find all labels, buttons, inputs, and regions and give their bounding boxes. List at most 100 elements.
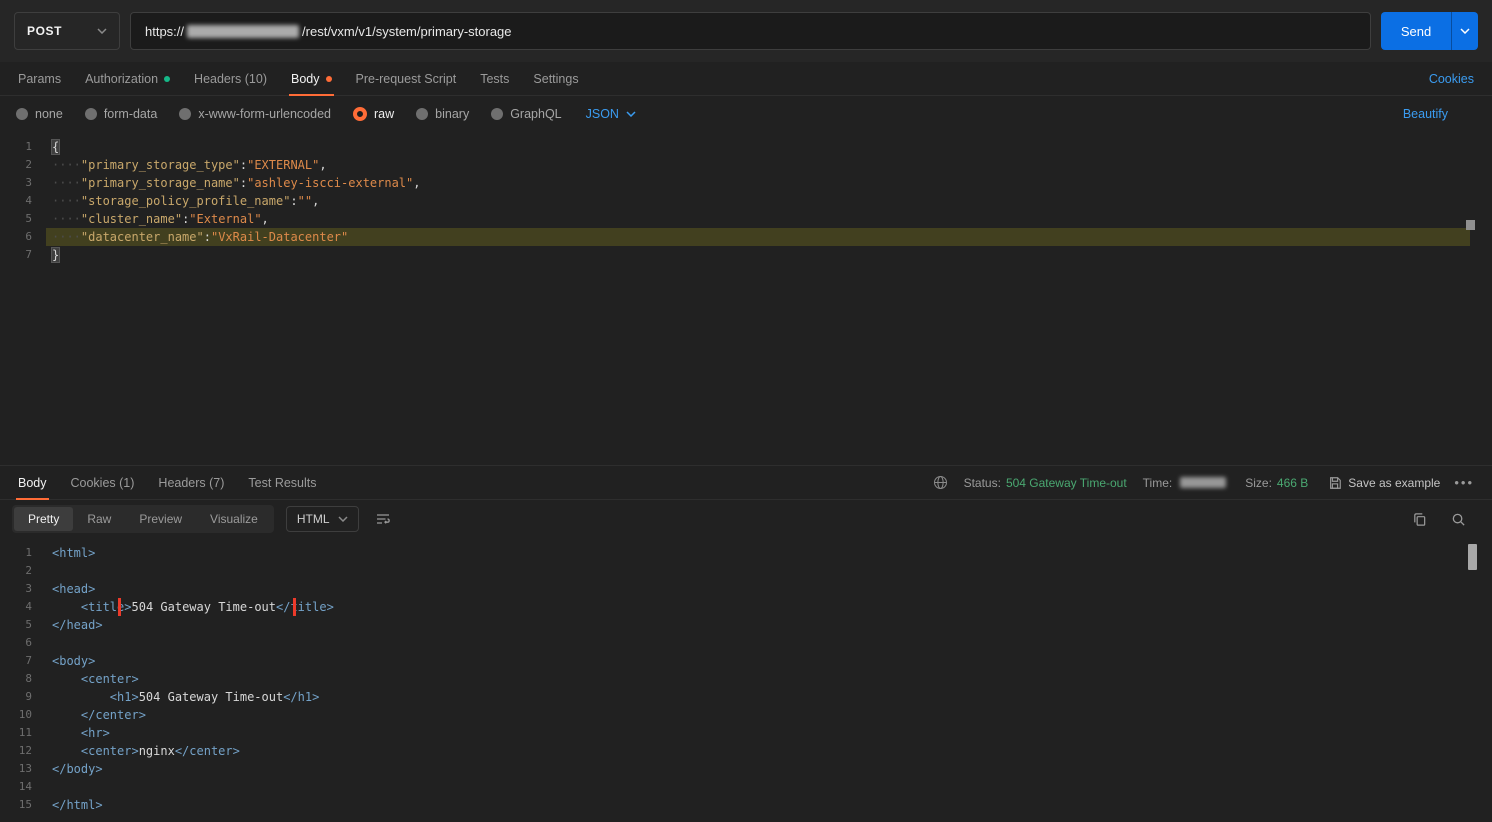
code-line: 13</body>	[0, 760, 1492, 778]
view-tab-preview[interactable]: Preview	[125, 507, 196, 531]
request-body-editor[interactable]: 1{2····"primary_storage_type":"EXTERNAL"…	[0, 132, 1492, 466]
radio-label: x-www-form-urlencoded	[198, 107, 331, 121]
copy-response-button[interactable]	[1408, 508, 1431, 531]
code-text: ····"cluster_name":"External",	[46, 210, 1470, 228]
request-tab-headers-10[interactable]: Headers (10)	[182, 62, 279, 95]
globe-icon[interactable]	[933, 475, 948, 490]
code-token: ····	[52, 194, 81, 208]
line-number: 2	[0, 562, 46, 580]
method-select[interactable]: POST	[14, 12, 120, 50]
radio-icon	[353, 107, 367, 121]
code-line: 3<head>	[0, 580, 1492, 598]
response-tab-cookies-1[interactable]: Cookies (1)	[59, 466, 147, 499]
code-token: <center>	[81, 672, 139, 686]
code-token: "VxRail-Datacenter"	[211, 230, 348, 244]
request-tab-tests[interactable]: Tests	[468, 62, 521, 95]
raw-language-select[interactable]: JSON	[586, 107, 636, 121]
code-token: >	[124, 600, 131, 614]
radio-label: binary	[435, 107, 469, 121]
response-view-tabs: PrettyRawPreviewVisualize	[12, 505, 274, 533]
body-type-none[interactable]: none	[16, 107, 63, 121]
response-tab-test-results[interactable]: Test Results	[236, 466, 328, 499]
line-number: 3	[0, 174, 46, 192]
radio-icon	[85, 108, 97, 120]
response-tab-headers-7[interactable]: Headers (7)	[146, 466, 236, 499]
send-options-button[interactable]	[1451, 12, 1478, 50]
code-token: ""	[298, 194, 312, 208]
tab-label: Settings	[533, 72, 578, 86]
code-line: 3····"primary_storage_name":"ashley-iscc…	[0, 174, 1492, 192]
code-line: 4····"storage_policy_profile_name":"",	[0, 192, 1492, 210]
radio-label: raw	[374, 107, 394, 121]
body-type-form-data[interactable]: form-data	[85, 107, 158, 121]
code-token: "cluster_name"	[81, 212, 182, 226]
line-number: 1	[0, 544, 46, 562]
code-line: 7}	[0, 246, 1492, 264]
code-line: 5····"cluster_name":"External",	[0, 210, 1492, 228]
more-options-icon[interactable]: •••	[1454, 475, 1474, 490]
send-button-group: Send	[1381, 12, 1478, 50]
cookies-link[interactable]: Cookies	[1417, 72, 1486, 86]
radio-label: GraphQL	[510, 107, 561, 121]
response-body-editor[interactable]: 1<html>23<head>4 <title>504 Gateway Time…	[0, 538, 1492, 822]
request-tab-authorization[interactable]: Authorization	[73, 62, 182, 95]
line-number: 14	[0, 778, 46, 796]
code-text: <head>	[46, 580, 1470, 598]
response-scrollbar-thumb[interactable]	[1468, 544, 1477, 570]
request-tab-settings[interactable]: Settings	[521, 62, 590, 95]
body-options-row: none form-data x-www-form-urlencoded raw bin…	[0, 96, 1492, 132]
code-token: nginx	[139, 744, 175, 758]
code-token: "datacenter_name"	[81, 230, 204, 244]
tab-label: Headers (7)	[158, 476, 224, 490]
code-text: ····"storage_policy_profile_name":"",	[46, 192, 1470, 210]
search-response-button[interactable]	[1447, 508, 1470, 531]
code-text: {	[46, 138, 1470, 156]
chevron-down-icon	[626, 111, 636, 117]
radio-icon	[179, 108, 191, 120]
view-tab-visualize[interactable]: Visualize	[196, 507, 272, 531]
code-token: "primary_storage_name"	[81, 176, 240, 190]
body-type-binary[interactable]: binary	[416, 107, 469, 121]
line-number: 3	[0, 580, 46, 598]
view-tab-pretty[interactable]: Pretty	[14, 507, 73, 531]
code-token: ····	[52, 230, 81, 244]
save-as-example-button[interactable]: Save as example	[1328, 476, 1440, 490]
copy-icon	[1412, 512, 1427, 527]
radio-icon	[16, 108, 28, 120]
size-value: 466 B	[1277, 476, 1308, 490]
code-token: title>	[290, 600, 333, 614]
code-text: <title>504 Gateway Time-out</title>	[46, 598, 1470, 616]
save-as-example-label: Save as example	[1348, 476, 1440, 490]
url-path: /rest/vxm/v1/system/primary-storage	[302, 24, 512, 39]
request-tab-body[interactable]: Body	[279, 62, 344, 95]
wrap-text-button[interactable]	[371, 507, 395, 531]
response-tab-body[interactable]: Body	[6, 466, 59, 499]
request-tab-pre-request-script[interactable]: Pre-request Script	[344, 62, 469, 95]
size-pair: Size: 466 B	[1245, 476, 1308, 490]
radio-label: form-data	[104, 107, 158, 121]
code-line: 15</html>	[0, 796, 1492, 814]
request-tabs-list: ParamsAuthorizationHeaders (10)BodyPre-r…	[6, 62, 1417, 95]
code-token: ,	[262, 212, 269, 226]
body-type-graphql[interactable]: GraphQL	[491, 107, 561, 121]
code-token	[52, 690, 110, 704]
body-type-x-www-form-urlencoded[interactable]: x-www-form-urlencoded	[179, 107, 331, 121]
url-input[interactable]: https:// /rest/vxm/v1/system/primary-sto…	[130, 12, 1371, 50]
response-language-select[interactable]: HTML	[286, 506, 359, 532]
code-token: ····	[52, 176, 81, 190]
code-token: </h1>	[283, 690, 319, 704]
code-line: 8 <center>	[0, 670, 1492, 688]
line-number: 4	[0, 598, 46, 616]
code-token: ····	[52, 212, 81, 226]
annotation-red-box: >504 Gateway Time-out</	[124, 600, 290, 614]
code-token: "External"	[189, 212, 261, 226]
line-number: 8	[0, 670, 46, 688]
send-button[interactable]: Send	[1381, 12, 1451, 50]
beautify-link[interactable]: Beautify	[1403, 107, 1476, 121]
request-tab-params[interactable]: Params	[6, 62, 73, 95]
code-line: 14	[0, 778, 1492, 796]
radio-icon	[416, 108, 428, 120]
response-code-lines: 1<html>23<head>4 <title>504 Gateway Time…	[0, 544, 1492, 814]
body-type-raw[interactable]: raw	[353, 107, 394, 121]
view-tab-raw[interactable]: Raw	[73, 507, 125, 531]
